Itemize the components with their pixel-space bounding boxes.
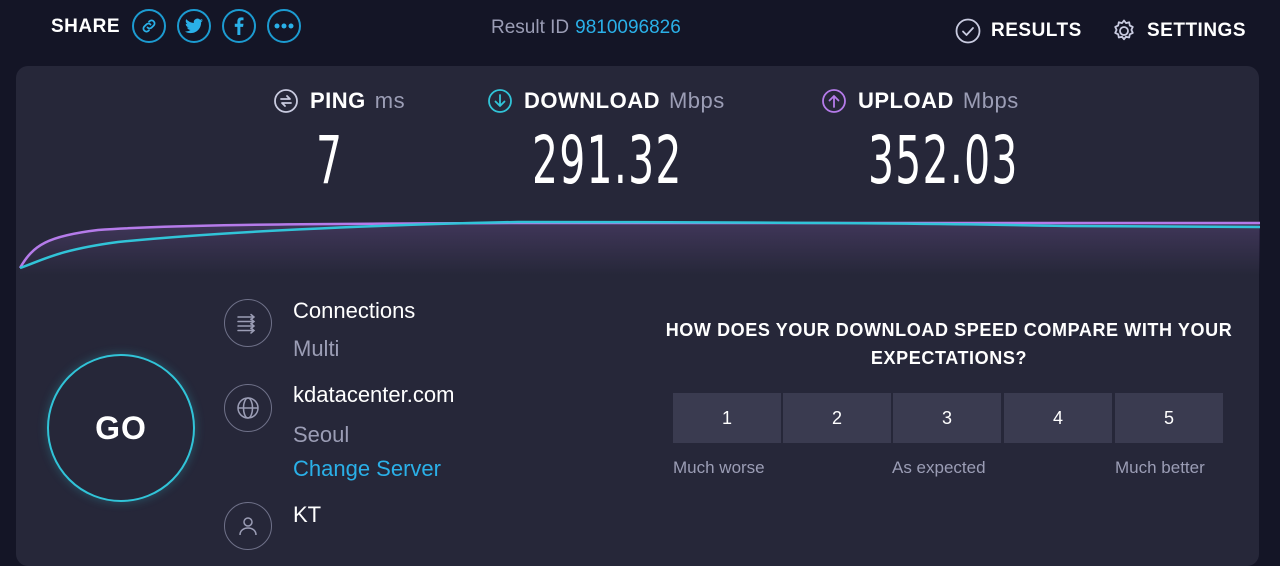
rating-option-1[interactable]: 1 [673,393,781,443]
upload-arrow-icon [822,89,846,113]
link-icon[interactable] [132,9,166,43]
rating-low-label: Much worse [673,458,765,477]
ping-label: PING [310,88,366,113]
result-id-label: Result ID [491,17,570,38]
connections-label: Connections [293,298,416,323]
server-location: Seoul [293,422,350,447]
go-button[interactable]: GO [47,354,195,502]
download-unit: Mbps [668,88,725,113]
settings-label: SETTINGS [1147,20,1247,41]
result-id: Result ID 9810096826 [491,17,681,39]
server-name: kdatacenter.com [293,382,455,407]
rating-option-3[interactable]: 3 [893,393,1001,443]
settings-button[interactable]: SETTINGS [1111,18,1246,44]
twitter-icon[interactable] [177,9,211,43]
download-label: DOWNLOAD [524,88,660,113]
change-server-link[interactable]: Change Server [293,456,441,482]
survey-question: HOW DOES YOUR DOWNLOAD SPEED COMPARE WIT… [665,320,1233,368]
ping-value: 7 [316,122,344,199]
rating-option-2[interactable]: 2 [783,393,891,443]
rating-option-4[interactable]: 4 [1004,393,1112,443]
download-value: 291.32 [532,122,683,199]
download-metric: DOWNLOAD Mbps 291.32 [488,88,725,196]
user-icon [224,502,272,550]
share-label: SHARE [51,16,121,37]
rating-option-5[interactable]: 5 [1115,393,1223,443]
rating-high-label: Much better [1115,458,1205,477]
check-circle-icon [955,18,981,44]
download-arrow-icon [488,89,512,113]
result-id-value[interactable]: 9810096826 [575,17,681,38]
globe-icon [224,384,272,432]
upload-label: UPLOAD [858,88,954,113]
connections-icon [224,299,272,347]
ping-metric: PING ms 7 [274,88,406,196]
ping-unit: ms [374,88,406,113]
upload-metric: UPLOAD Mbps 352.03 [822,88,1019,196]
gear-icon [1114,19,1134,41]
top-bar: SHARE Result ID 9810096826 RESULTS SETTI… [0,0,1280,60]
provider-name: KT [293,502,322,527]
more-icon[interactable] [267,9,301,43]
results-label: RESULTS [991,20,1082,41]
rating-mid-label: As expected [892,458,986,477]
results-button[interactable]: RESULTS [955,18,1082,44]
upload-value: 352.03 [868,122,1019,199]
ping-icon [274,89,298,113]
speed-graph [18,220,1260,275]
facebook-icon[interactable] [222,9,256,43]
upload-graph-area [20,223,1260,275]
upload-unit: Mbps [962,88,1019,113]
connections-value: Multi [293,336,340,361]
